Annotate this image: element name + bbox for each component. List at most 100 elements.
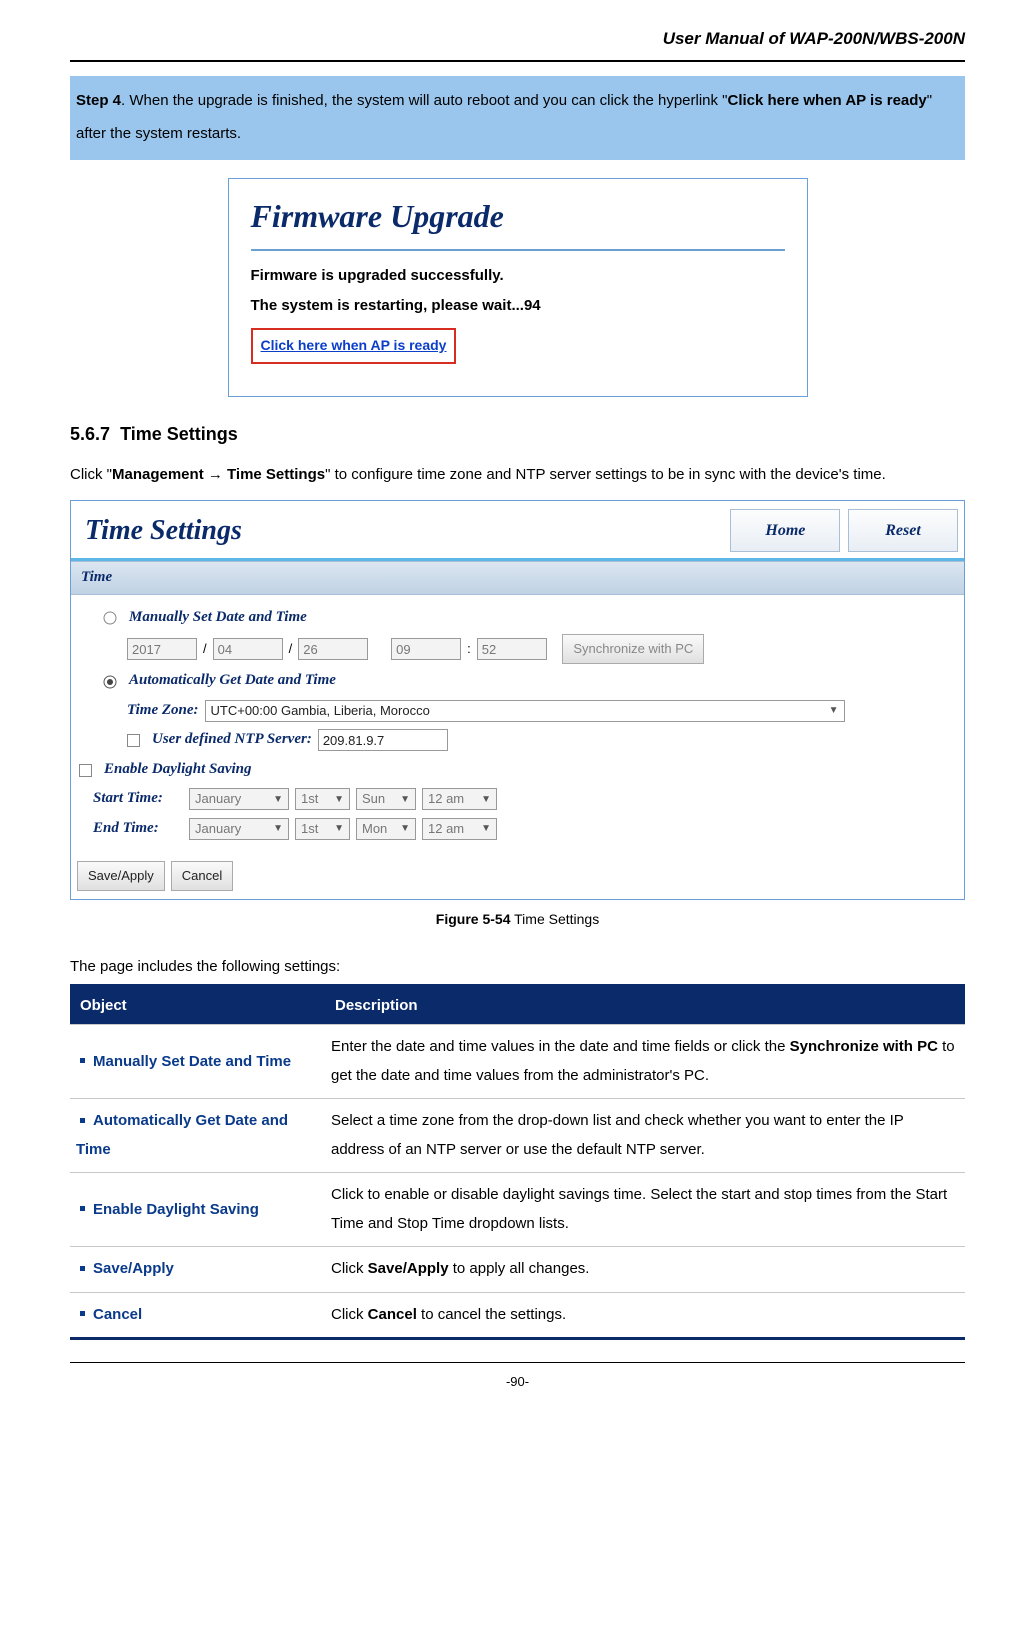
- desc-pre: Enter the date and time values in the da…: [331, 1038, 790, 1055]
- obj-label: Save/Apply: [93, 1260, 174, 1277]
- start-day-select[interactable]: Sun ▼: [356, 788, 416, 810]
- step4-box: Step 4. When the upgrade is finished, th…: [70, 76, 965, 160]
- home-button[interactable]: Home: [730, 509, 840, 552]
- desc-post: to apply all changes.: [449, 1260, 590, 1277]
- end-time-label: End Time:: [93, 816, 183, 842]
- chevron-down-icon: ▼: [400, 820, 410, 837]
- bullet-icon: [80, 1311, 85, 1316]
- col-object: Object: [70, 985, 325, 1025]
- timezone-select[interactable]: UTC+00:00 Gambia, Liberia, Morocco ▼: [205, 700, 845, 722]
- start-week-select[interactable]: 1st ▼: [295, 788, 350, 810]
- slash1: /: [203, 638, 207, 660]
- intro-path: Management → Time Settings: [112, 466, 325, 483]
- table-intro: The page includes the following settings…: [70, 954, 965, 980]
- daylight-label: Enable Daylight Saving: [104, 757, 252, 783]
- table-row: Save/Apply Click Save/Apply to apply all…: [70, 1247, 965, 1293]
- obj-label: Manually Set Date and Time: [93, 1053, 291, 1070]
- col-description: Description: [325, 985, 965, 1025]
- firmware-link-highlight: Click here when AP is ready: [251, 328, 457, 364]
- start-hour-select[interactable]: 12 am▼: [422, 788, 497, 810]
- day-input[interactable]: 26: [298, 638, 368, 660]
- end-week-select[interactable]: 1st ▼: [295, 818, 350, 840]
- timezone-label: Time Zone:: [127, 698, 199, 724]
- ntp-checkbox[interactable]: [127, 729, 140, 751]
- start-month-value: January: [195, 788, 241, 810]
- chevron-down-icon: ▼: [481, 820, 491, 837]
- end-hour-select[interactable]: 12 am ▼: [422, 818, 497, 840]
- ntp-label: User defined NTP Server:: [152, 727, 312, 753]
- end-week-value: 1st: [301, 818, 318, 840]
- timezone-value: UTC+00:00 Gambia, Liberia, Morocco: [211, 700, 430, 722]
- section-number: 5.6.7: [70, 424, 110, 444]
- settings-table: Object Description Manually Set Date and…: [70, 984, 965, 1341]
- start-month-select[interactable]: January▼: [189, 788, 289, 810]
- desc-post: to cancel the settings.: [417, 1306, 566, 1323]
- figure-caption: Figure 5-54 Time Settings: [70, 908, 965, 932]
- slash2: /: [289, 638, 293, 660]
- end-day-select[interactable]: Mon ▼: [356, 818, 416, 840]
- desc-bold: Cancel: [368, 1306, 417, 1323]
- figure-label: Figure 5-54: [436, 911, 511, 927]
- firmware-status-line1: Firmware is upgraded successfully.: [251, 263, 785, 289]
- hour-input[interactable]: 09: [391, 638, 461, 660]
- bullet-icon: [80, 1266, 85, 1271]
- year-input[interactable]: 2017: [127, 638, 197, 660]
- start-time-label: Start Time:: [93, 786, 183, 812]
- bullet-icon: [80, 1058, 85, 1063]
- table-row: Automatically Get Date and Time Select a…: [70, 1099, 965, 1173]
- desc-pre: Click to enable or disable daylight savi…: [331, 1186, 947, 1232]
- colon: :: [467, 638, 471, 660]
- start-day-value: Sun: [362, 788, 385, 810]
- obj-label: Automatically Get Date and Time: [76, 1112, 288, 1158]
- doc-header: User Manual of WAP-200N/WBS-200N: [70, 25, 965, 62]
- section-title: Time Settings: [120, 424, 238, 444]
- sync-pc-button[interactable]: Synchronize with PC: [562, 634, 704, 664]
- cancel-button[interactable]: Cancel: [171, 861, 233, 891]
- bullet-icon: [80, 1206, 85, 1211]
- minute-input[interactable]: 52: [477, 638, 547, 660]
- obj-label: Enable Daylight Saving: [93, 1201, 259, 1218]
- time-settings-title: Time Settings: [85, 507, 242, 555]
- time-section-header: Time: [71, 561, 964, 595]
- chevron-down-icon: ▼: [400, 791, 410, 808]
- desc-bold: Save/Apply: [368, 1260, 449, 1277]
- chevron-down-icon: ▼: [829, 702, 839, 719]
- start-hour-value: 12 am: [428, 788, 464, 810]
- figure-text: Time Settings: [511, 911, 600, 927]
- page-number: -90-: [70, 1362, 965, 1393]
- chevron-down-icon: ▼: [334, 791, 344, 808]
- daylight-checkbox[interactable]: [79, 759, 92, 781]
- reset-button[interactable]: Reset: [848, 509, 958, 552]
- auto-get-label: Automatically Get Date and Time: [129, 668, 336, 694]
- end-month-select[interactable]: January ▼: [189, 818, 289, 840]
- end-month-value: January: [195, 818, 241, 840]
- step4-label: Step 4: [76, 92, 121, 109]
- chevron-down-icon: ▼: [334, 820, 344, 837]
- bullet-icon: [80, 1118, 85, 1123]
- intro-pre: Click ": [70, 466, 112, 483]
- ntp-server-input[interactable]: 209.81.9.7: [318, 729, 448, 751]
- firmware-ready-link[interactable]: Click here when AP is ready: [261, 337, 447, 353]
- desc-pre: Select a time zone from the drop-down li…: [331, 1112, 904, 1158]
- section-heading: 5.6.7 Time Settings: [70, 419, 965, 450]
- desc-pre: Click: [331, 1260, 368, 1277]
- table-row: Enable Daylight Saving Click to enable o…: [70, 1173, 965, 1247]
- time-settings-panel: Time Settings Home Reset Time Manually S…: [70, 500, 965, 901]
- firmware-status-line2: The system is restarting, please wait...…: [251, 293, 785, 319]
- table-row: Manually Set Date and Time Enter the dat…: [70, 1025, 965, 1099]
- desc-pre: Click: [331, 1306, 368, 1323]
- end-day-value: Mon: [362, 818, 387, 840]
- end-hour-value: 12 am: [428, 818, 464, 840]
- month-input[interactable]: 04: [213, 638, 283, 660]
- step4-bold: Click here when AP is ready: [728, 92, 927, 109]
- section-intro: Click "Management → Time Settings" to co…: [70, 460, 965, 490]
- step4-text1: . When the upgrade is finished, the syst…: [121, 92, 727, 109]
- start-week-value: 1st: [301, 788, 318, 810]
- auto-radio[interactable]: [103, 670, 117, 692]
- chevron-down-icon: ▼: [273, 820, 283, 837]
- intro-post: " to configure time zone and NTP server …: [325, 466, 886, 483]
- manual-set-label: Manually Set Date and Time: [129, 605, 307, 631]
- manual-radio[interactable]: [103, 606, 117, 628]
- save-apply-button[interactable]: Save/Apply: [77, 861, 165, 891]
- firmware-upgrade-title: Firmware Upgrade: [251, 189, 785, 251]
